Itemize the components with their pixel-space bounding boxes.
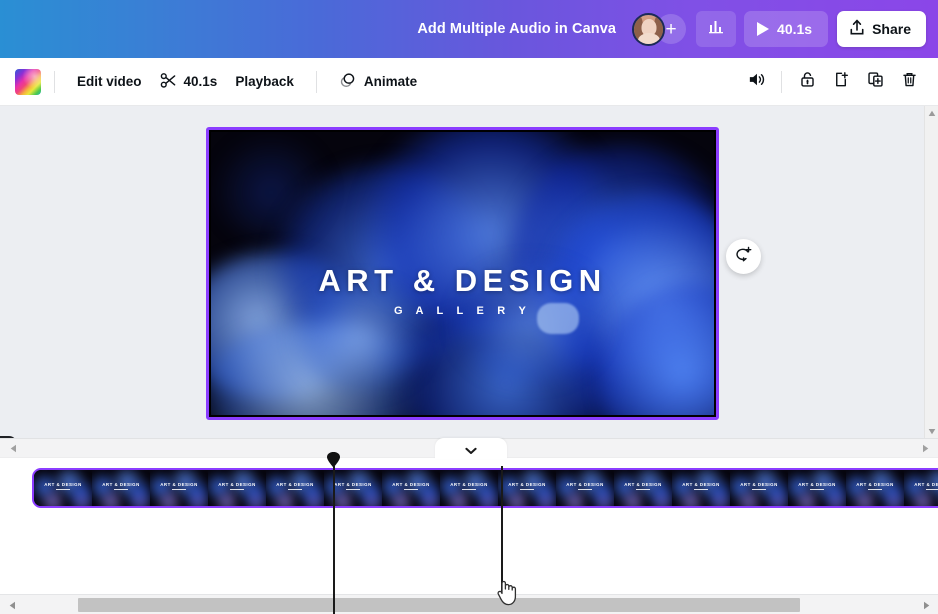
video-thumbnail: ART & DESIGN — [382, 470, 440, 506]
animate-icon — [339, 71, 357, 92]
video-thumbnail: ART & DESIGN — [34, 470, 92, 506]
video-thumbnail: ART & DESIGN — [208, 470, 266, 506]
toolbar-divider — [54, 71, 55, 93]
design-title-text[interactable]: ART & DESIGN — [211, 263, 714, 299]
design-subtitle-text[interactable]: G A L L E R Y — [211, 305, 714, 317]
toolbar-divider-2 — [316, 71, 317, 93]
timeline-collapse-button[interactable] — [435, 438, 507, 459]
add-page-icon — [832, 70, 851, 94]
comment-plus-icon — [734, 245, 753, 269]
playhead-handle[interactable] — [326, 452, 341, 468]
top-header-bar: Add Multiple Audio in Canva + — [0, 0, 938, 58]
scroll-down-arrow[interactable] — [925, 424, 938, 438]
video-thumbnail: ART & DESIGN — [440, 470, 498, 506]
video-thumbnail: ART & DESIGN — [92, 470, 150, 506]
trim-duration-label: 40.1s — [184, 74, 218, 89]
video-thumbnail: ART & DESIGN — [150, 470, 208, 506]
document-title: Add Multiple Audio in Canva — [417, 21, 616, 37]
video-thumbnail: ART & DESIGN — [556, 470, 614, 506]
avatar[interactable] — [632, 13, 665, 46]
timeline-horizontal-scrollbar[interactable] — [0, 594, 938, 614]
add-page-button[interactable] — [824, 66, 858, 98]
video-thumbnail: ART & DESIGN — [266, 470, 324, 506]
playhead-line — [333, 466, 335, 614]
video-track-clip[interactable]: ART & DESIGNART & DESIGNART & DESIGNART … — [32, 468, 938, 508]
preview-play-button[interactable]: 40.1s — [744, 11, 828, 47]
edit-video-button[interactable]: Edit video — [68, 68, 151, 95]
delete-page-button[interactable] — [892, 66, 926, 98]
toolbar-right-group — [739, 66, 926, 98]
timeline-panel: ART & DESIGNART & DESIGNART & DESIGNART … — [0, 438, 938, 614]
video-thumbnail: ART & DESIGN — [730, 470, 788, 506]
canvas-vertical-scrollbar[interactable] — [924, 106, 938, 438]
add-comment-button[interactable] — [726, 239, 761, 274]
hscroll-left-arrow[interactable] — [5, 598, 19, 612]
chevron-down-icon — [465, 442, 477, 460]
design-page[interactable]: ART & DESIGN G A L L E R Y — [211, 132, 714, 415]
lock-icon — [798, 70, 817, 94]
hscroll-right-arrow[interactable] — [919, 598, 933, 612]
share-button[interactable]: Share — [837, 11, 926, 47]
scroll-up-arrow[interactable] — [925, 106, 938, 120]
duplicate-page-icon — [866, 70, 885, 94]
play-icon — [757, 22, 769, 36]
editor-toolbar: Edit video 40.1s Playback — [0, 58, 938, 106]
clip-edge-line — [501, 466, 503, 598]
hscroll-thumb[interactable] — [78, 598, 800, 612]
collaborators-group: + — [632, 13, 686, 46]
color-swatch-button[interactable] — [15, 69, 41, 95]
video-thumbnail: ART & DESIGN — [904, 470, 938, 506]
scissors-icon — [160, 72, 177, 92]
video-thumbnail: ART & DESIGN — [614, 470, 672, 506]
preview-duration: 40.1s — [777, 21, 812, 37]
canvas-area: ART & DESIGN G A L L E R Y ‹ — [0, 106, 938, 438]
sidebar-collapse-handle[interactable]: ‹ — [0, 436, 17, 438]
upload-icon — [849, 19, 865, 39]
timeline-scroll-right-arrow[interactable] — [918, 441, 932, 455]
trim-duration-button[interactable]: 40.1s — [151, 66, 227, 98]
playback-button[interactable]: Playback — [226, 68, 303, 95]
timeline-scroll-left-arrow[interactable] — [6, 441, 20, 455]
duplicate-page-button[interactable] — [858, 66, 892, 98]
trash-icon — [900, 70, 919, 94]
video-thumbnail: ART & DESIGN — [498, 470, 556, 506]
share-label: Share — [872, 21, 911, 37]
animate-label: Animate — [364, 74, 417, 89]
video-thumbnail-strip: ART & DESIGNART & DESIGNART & DESIGNART … — [34, 470, 938, 506]
volume-button[interactable] — [739, 66, 773, 98]
canva-editor-window: Add Multiple Audio in Canva + — [0, 0, 938, 614]
edit-video-label: Edit video — [77, 74, 142, 89]
insights-button[interactable] — [696, 11, 736, 47]
volume-icon — [747, 70, 766, 94]
lock-button[interactable] — [790, 66, 824, 98]
playback-label: Playback — [235, 74, 294, 89]
toolbar-divider-3 — [781, 71, 782, 93]
bar-chart-icon — [708, 18, 725, 40]
avatar-shoulders — [638, 33, 660, 46]
selected-page-frame[interactable]: ART & DESIGN G A L L E R Y — [206, 127, 719, 420]
video-thumbnail: ART & DESIGN — [788, 470, 846, 506]
video-thumbnail: ART & DESIGN — [846, 470, 904, 506]
animate-button[interactable]: Animate — [330, 65, 426, 98]
video-thumbnail: ART & DESIGN — [672, 470, 730, 506]
